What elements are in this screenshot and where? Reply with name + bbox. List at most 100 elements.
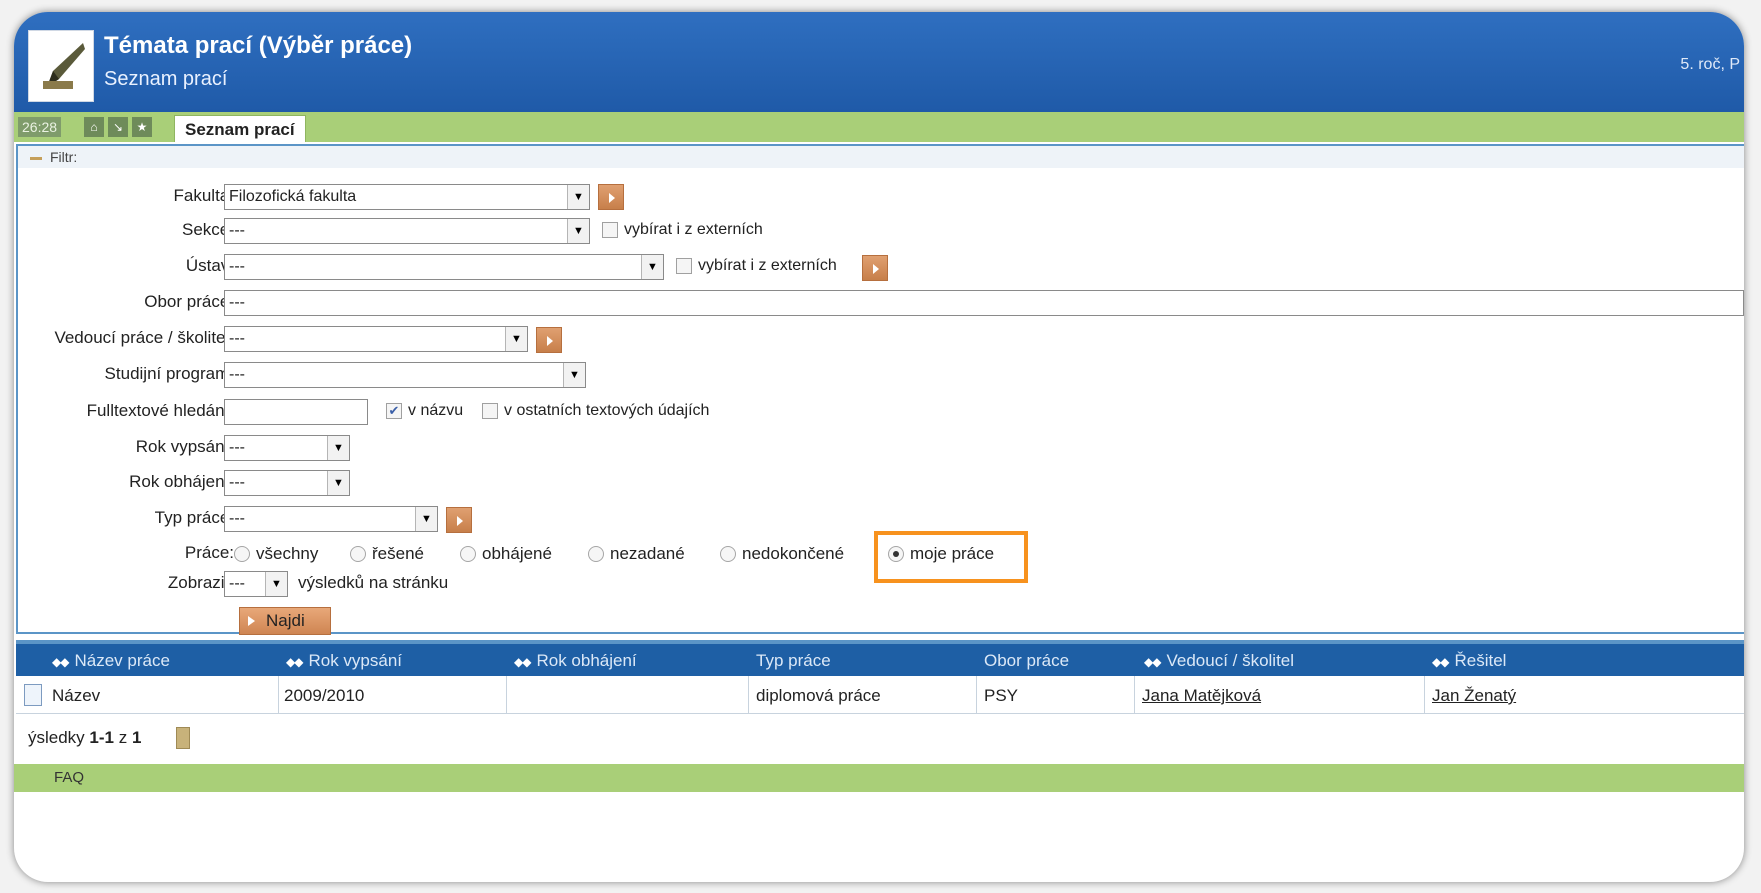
collapse-icon[interactable]	[30, 156, 42, 160]
cell-typ-prace: diplomová práce	[756, 686, 881, 705]
chevron-down-icon: ▼	[641, 255, 663, 279]
fakulta-label: Fakulta:	[173, 186, 234, 205]
play-icon	[248, 616, 255, 626]
filter-header[interactable]: Filtr:	[18, 146, 1744, 168]
rok-obhajeni-label: Rok obhájení:	[129, 472, 234, 491]
typ-prace-pick-button[interactable]	[446, 507, 472, 533]
search-button[interactable]: Najdi	[239, 607, 331, 635]
zobrazit-value: ---	[229, 575, 245, 592]
home-icon[interactable]: ⌂	[84, 117, 104, 137]
app-window: Témata prací (Výběr práce) Seznam prací …	[14, 12, 1744, 882]
column-divider	[976, 676, 977, 714]
rok-obhajeni-value: ---	[229, 474, 245, 491]
results-range: 1-1	[89, 728, 114, 747]
typ-prace-value: ---	[229, 510, 245, 527]
vedouci-label: Vedoucí práce / školitel:	[54, 328, 234, 347]
radio-resene[interactable]	[350, 546, 366, 562]
sekce-select[interactable]: --- ▼	[224, 218, 590, 244]
page-subtitle: Seznam prací	[104, 68, 228, 90]
pagination-marker[interactable]	[176, 727, 190, 749]
ustav-external-checkbox[interactable]	[676, 258, 692, 274]
sort-icon[interactable]: ◆◆	[52, 655, 69, 669]
ustav-select[interactable]: --- ▼	[224, 254, 664, 280]
table-row[interactable]: Název 2009/2010 diplomová práce PSY Jana…	[16, 676, 1744, 714]
col-nazev-prace[interactable]: ◆◆ Název práce	[52, 651, 170, 671]
sort-icon[interactable]: ◆◆	[514, 655, 531, 669]
typ-prace-label: Typ práce:	[154, 508, 234, 527]
ustav-external-label: vybírat i z externích	[698, 257, 837, 274]
results-total: 1	[131, 728, 142, 747]
cell-obor: PSY	[984, 686, 1019, 705]
zobrazit-suffix: výsledků na stránku	[298, 573, 449, 592]
page-header: Témata prací (Výběr práce) Seznam prací …	[14, 12, 1744, 112]
chevron-down-icon: ▼	[563, 363, 585, 387]
user-info: 5. roč, P	[1680, 56, 1740, 73]
tab-seznam-praci[interactable]: Seznam prací	[174, 115, 306, 142]
fakulta-select[interactable]: Filozofická fakulta ▼	[224, 184, 590, 210]
fulltext-input[interactable]	[224, 399, 368, 425]
radio-nedokoncene-label: nedokončené	[742, 544, 845, 563]
ustav-label: Ústav:	[185, 256, 234, 275]
col-vedouci[interactable]: ◆◆ Vedoucí / školitel	[1144, 651, 1294, 671]
highlight-box	[874, 531, 1028, 583]
chevron-down-icon: ▼	[327, 471, 349, 495]
fulltext-label: Fulltextové hledání:	[86, 401, 234, 420]
arrow-down-icon[interactable]: ↘	[108, 117, 128, 137]
fakulta-value: Filozofická fakulta	[229, 188, 357, 205]
chevron-down-icon: ▼	[327, 436, 349, 460]
page-title: Témata prací (Výběr práce)	[104, 32, 413, 59]
radio-resene-label: řešené	[372, 544, 424, 563]
chevron-down-icon: ▼	[567, 219, 589, 243]
program-select[interactable]: --- ▼	[224, 362, 586, 388]
footer-bar: FAQ	[14, 764, 1744, 792]
faq-link[interactable]: FAQ	[54, 769, 84, 786]
in-other-checkbox[interactable]	[482, 403, 498, 419]
rok-obhajeni-select[interactable]: --- ▼	[224, 470, 350, 496]
vedouci-pick-button[interactable]	[536, 327, 562, 353]
app-logo	[28, 30, 94, 102]
radio-nedokoncene[interactable]	[720, 546, 736, 562]
sort-icon[interactable]: ◆◆	[286, 655, 303, 669]
radio-vsechny-label: všechny	[256, 544, 319, 563]
sort-icon[interactable]: ◆◆	[1432, 655, 1449, 669]
sekce-label: Sekce:	[182, 220, 234, 239]
cell-nazev[interactable]: Název	[52, 686, 100, 706]
rok-vypsani-select[interactable]: --- ▼	[224, 435, 350, 461]
column-divider	[278, 676, 279, 714]
vedouci-select[interactable]: --- ▼	[224, 326, 528, 352]
col-rok-vypsani[interactable]: ◆◆ Rok vypsání	[286, 651, 402, 671]
filter-title: Filtr:	[50, 149, 78, 165]
typ-prace-select[interactable]: --- ▼	[224, 506, 438, 532]
chevron-down-icon: ▼	[415, 507, 437, 531]
document-icon[interactable]	[24, 684, 42, 706]
chevron-down-icon: ▼	[505, 327, 527, 351]
cell-resitel-link[interactable]: Jan Ženatý	[1432, 686, 1516, 706]
sekce-external-checkbox[interactable]	[602, 222, 618, 238]
in-title-checkbox[interactable]: ✔	[386, 403, 402, 419]
radio-obhajene-label: obhájené	[482, 544, 552, 563]
col-resitel[interactable]: ◆◆ Řešitel	[1432, 651, 1506, 671]
col-rok-obhajeni[interactable]: ◆◆ Rok obhájení	[514, 651, 637, 671]
radio-nezadane[interactable]	[588, 546, 604, 562]
radio-vsechny[interactable]	[234, 546, 250, 562]
obor-input[interactable]: ---	[224, 290, 1744, 316]
zobrazit-select[interactable]: --- ▼	[224, 571, 288, 597]
in-title-label: v názvu	[408, 402, 464, 419]
results-prefix: ýsledky	[28, 728, 85, 747]
column-divider	[1134, 676, 1135, 714]
fakulta-pick-button[interactable]	[598, 184, 624, 210]
cell-rok-vypsani: 2009/2010	[284, 686, 365, 705]
ustav-value: ---	[229, 258, 245, 275]
column-divider	[1424, 676, 1425, 714]
radio-obhajene[interactable]	[460, 546, 476, 562]
sort-icon[interactable]: ◆◆	[1144, 655, 1161, 669]
obor-label: Obor práce:	[144, 292, 234, 311]
rok-vypsani-label: Rok vypsání:	[135, 437, 234, 456]
cell-vedouci-link[interactable]: Jana Matějková	[1142, 686, 1261, 706]
star-icon[interactable]: ★	[132, 117, 152, 137]
ustav-pick-button[interactable]	[862, 255, 888, 281]
sekce-external-label: vybírat i z externích	[624, 221, 763, 238]
program-value: ---	[229, 366, 245, 383]
results-of: z	[118, 728, 128, 747]
results-table-header: ◆◆ Název práce ◆◆ Rok vypsání ◆◆ Rok obháje…	[16, 640, 1744, 676]
